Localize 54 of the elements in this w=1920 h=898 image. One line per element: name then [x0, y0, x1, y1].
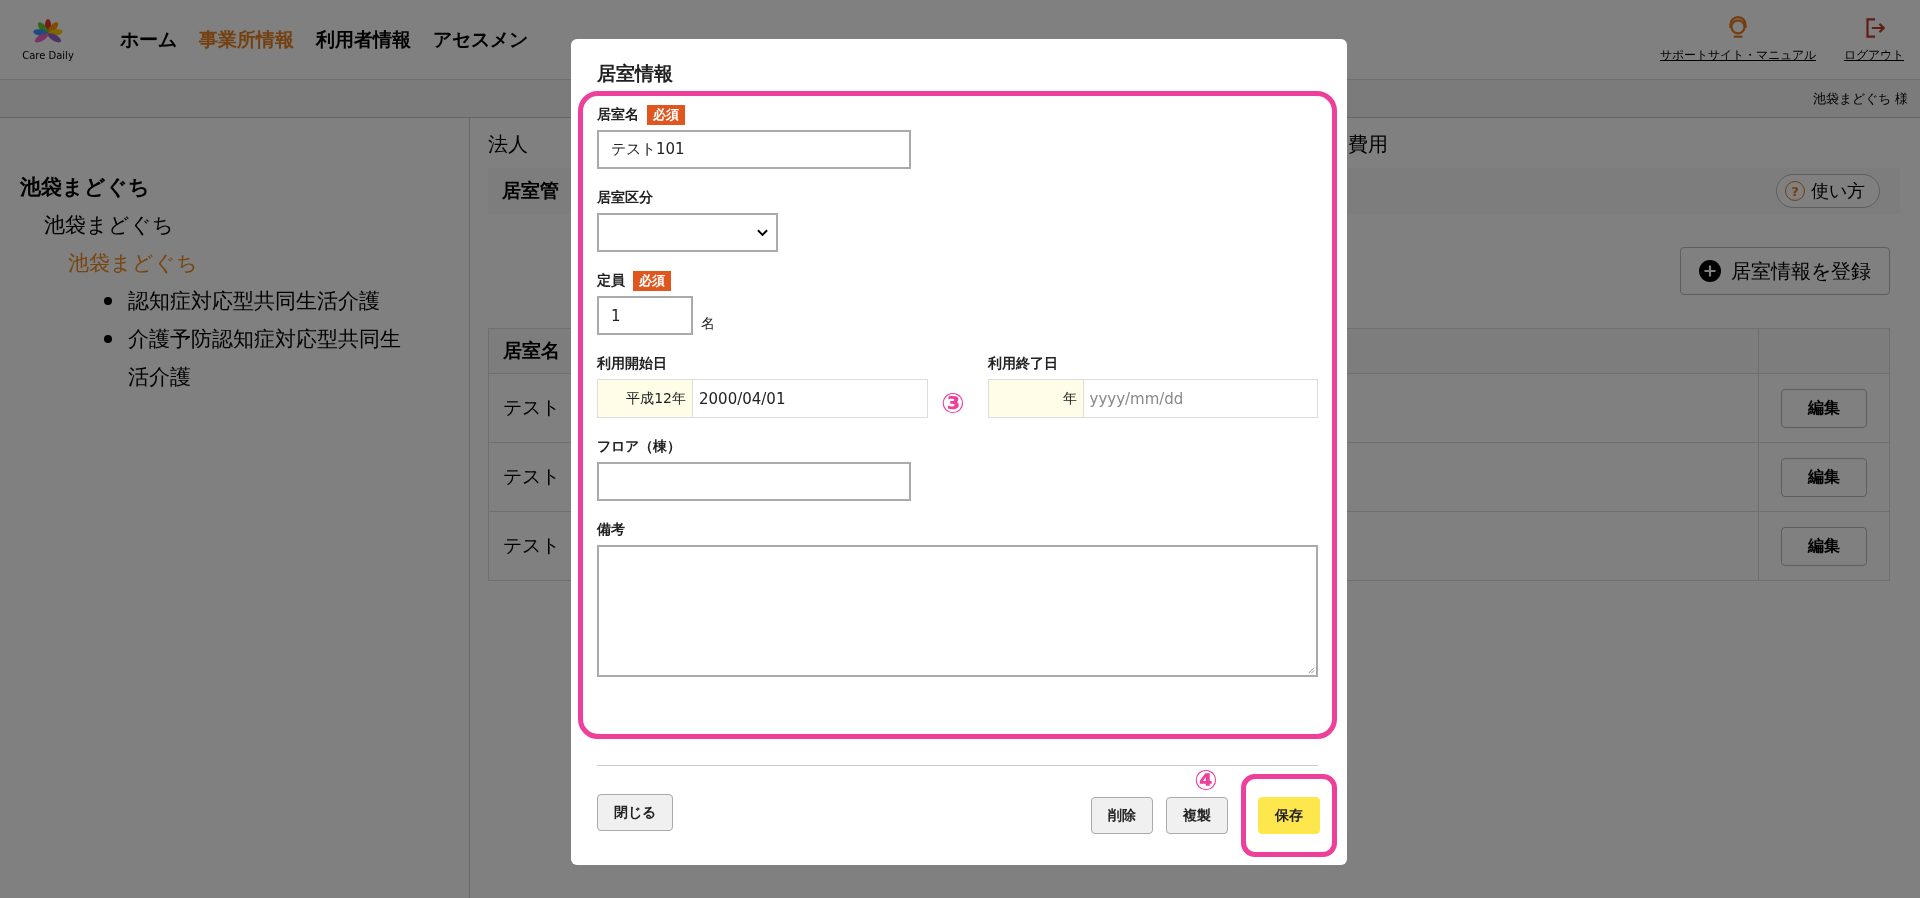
field-label: 居室区分	[597, 189, 653, 207]
input-field[interactable]	[597, 462, 911, 501]
help-button[interactable]: ? 使い方	[1776, 174, 1880, 208]
input-field[interactable]: テスト101	[597, 130, 911, 169]
nav-link[interactable]: アセスメン	[433, 26, 528, 53]
era-label: 平成12年	[597, 379, 693, 418]
bullet-icon	[104, 297, 112, 305]
edit-button[interactable]: 編集	[1781, 526, 1867, 566]
input-field[interactable]: 1	[597, 296, 693, 335]
save-button[interactable]: 保存	[1258, 797, 1320, 834]
table-cell: テスト	[503, 465, 560, 487]
field-label: 利用開始日	[597, 355, 667, 373]
nav-link[interactable]: ホーム	[120, 26, 177, 53]
date-input[interactable]: yyyy/mm/dd	[1083, 379, 1318, 418]
field-label: 定員	[597, 272, 625, 290]
tab[interactable]: 法人	[488, 130, 528, 158]
edit-button[interactable]: 編集	[1781, 388, 1867, 428]
dialog-button[interactable]: 複製	[1166, 797, 1228, 834]
required-badge: 必須	[633, 271, 671, 291]
table-cell: テスト	[503, 396, 560, 418]
dialog-title: 居室情報	[597, 62, 673, 84]
callout-number: ④	[1194, 767, 1218, 795]
resize-grip-icon[interactable]	[1306, 665, 1315, 674]
dialog-button[interactable]: 削除	[1091, 797, 1153, 834]
section-title: 居室管	[502, 178, 559, 203]
bullet-icon	[104, 335, 112, 343]
field-label: フロア（棟）	[597, 438, 681, 456]
edit-button[interactable]: 編集	[1781, 457, 1867, 497]
field-label: 居室名	[597, 106, 639, 124]
date-input[interactable]: 2000/04/01	[693, 379, 928, 418]
table-cell: テスト	[503, 534, 560, 556]
plus-circle-icon	[1699, 260, 1721, 282]
required-badge: 必須	[647, 105, 685, 125]
register-button[interactable]: 居室情報を登録	[1680, 247, 1890, 295]
nav-link[interactable]: 利用者情報	[316, 26, 411, 53]
support-link[interactable]: サポートサイト・マニュアル	[1660, 47, 1816, 64]
tab[interactable]: 費用	[1348, 130, 1388, 158]
era-label: 年	[987, 379, 1084, 418]
field-label: 備考	[597, 521, 625, 539]
logout-link[interactable]: ログアウト	[1844, 47, 1904, 64]
logo-text: Care Daily	[22, 50, 74, 61]
user-name: 池袋まどぐち 様	[1812, 89, 1908, 108]
close-button[interactable]: 閉じる	[597, 794, 673, 831]
tree-item[interactable]: 認知症対応型共同生活介護	[128, 282, 380, 320]
textarea-field[interactable]	[597, 545, 1318, 677]
callout-number: ③	[941, 390, 965, 418]
tree-item[interactable]: 介護予防認知症対応型共同生活介護	[128, 320, 408, 396]
select-field[interactable]	[597, 213, 778, 252]
unit-label: 名	[701, 315, 715, 333]
column-header: 居室名	[503, 339, 560, 361]
chevron-down-icon	[757, 228, 768, 237]
tree-item[interactable]: 池袋まどぐち	[44, 213, 174, 237]
field-label: 利用終了日	[987, 355, 1058, 373]
tree-item[interactable]: 池袋まどぐち	[20, 175, 150, 199]
